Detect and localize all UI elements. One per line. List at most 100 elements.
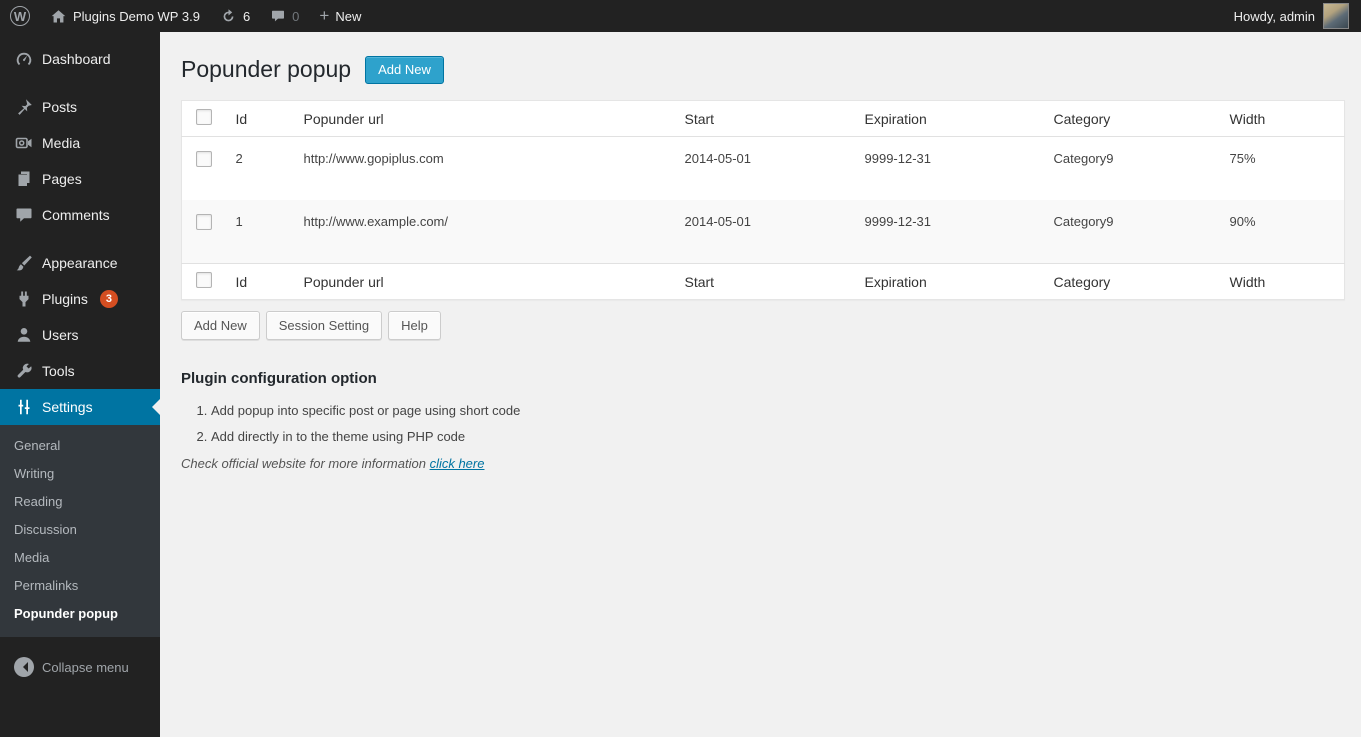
pages-icon: [14, 169, 34, 189]
table-footer-row: Id Popunder url Start Expiration Categor…: [181, 263, 1345, 300]
wordpress-icon: W: [10, 6, 30, 26]
config-item: Add directly in to the theme using PHP c…: [211, 429, 1345, 444]
settings-sliders-icon: [14, 397, 34, 417]
sidebar-item-posts[interactable]: Posts: [0, 89, 160, 125]
submenu-item-writing[interactable]: Writing: [0, 460, 160, 488]
plugin-configuration-section: Plugin configuration option Add popup in…: [181, 370, 1345, 471]
settings-submenu: General Writing Reading Discussion Media…: [0, 425, 160, 637]
help-button[interactable]: Help: [388, 311, 441, 340]
select-all-checkbox-bottom[interactable]: [196, 272, 212, 288]
main-content: Popunder popup Add New Id Popunder url S…: [160, 0, 1361, 737]
table-row: 2 http://www.gopiplus.com 2014-05-01 999…: [182, 137, 1345, 201]
cell-start: 2014-05-01: [684, 214, 752, 229]
collapse-menu-button[interactable]: Collapse menu: [0, 649, 160, 685]
sidebar-item-label: Settings: [42, 399, 93, 415]
column-footer-expiration: Expiration: [854, 263, 1044, 300]
admin-sidebar: Dashboard Posts Media Pages Comments App…: [0, 32, 160, 737]
sidebar-item-label: Tools: [42, 363, 75, 379]
column-footer-start: Start: [674, 263, 855, 300]
page-title: Popunder popup: [181, 56, 352, 82]
sidebar-item-pages[interactable]: Pages: [0, 161, 160, 197]
sidebar-item-label: Users: [42, 327, 79, 343]
column-header-width: Width: [1219, 100, 1345, 137]
site-name-label: Plugins Demo WP 3.9: [73, 8, 200, 24]
cell-id: 1: [235, 214, 243, 229]
sidebar-item-settings[interactable]: Settings: [0, 389, 160, 425]
cell-width: 75%: [1229, 151, 1256, 166]
column-header-expiration: Expiration: [854, 100, 1044, 137]
home-icon: [50, 8, 67, 25]
collapse-arrow-icon: [14, 657, 34, 677]
table-row: 1 http://www.example.com/ 2014-05-01 999…: [181, 200, 1345, 264]
column-header-start: Start: [674, 100, 855, 137]
plugins-update-badge: 3: [99, 290, 118, 308]
config-footer-text: Check official website for more informat…: [181, 456, 426, 471]
update-count: 6: [242, 8, 251, 24]
submenu-item-popunder-popup[interactable]: Popunder popup: [0, 600, 160, 628]
updates-menu[interactable]: 6: [210, 0, 260, 32]
comments-menu[interactable]: 0: [260, 0, 309, 32]
row-checkbox[interactable]: [196, 214, 212, 230]
submenu-item-discussion[interactable]: Discussion: [0, 516, 160, 544]
user-icon: [14, 325, 34, 345]
sidebar-item-label: Plugins: [42, 291, 88, 307]
sidebar-item-appearance[interactable]: Appearance: [0, 245, 160, 281]
cell-url: http://www.example.com/: [303, 214, 449, 229]
sidebar-item-label: Comments: [42, 207, 110, 223]
sidebar-item-dashboard[interactable]: Dashboard: [0, 41, 160, 77]
submenu-item-general[interactable]: General: [0, 432, 160, 460]
plus-icon: +: [319, 5, 330, 25]
row-checkbox[interactable]: [196, 151, 212, 167]
config-heading: Plugin configuration option: [181, 370, 377, 387]
update-icon: [220, 8, 237, 25]
media-icon: [14, 133, 34, 153]
site-name-menu[interactable]: Plugins Demo WP 3.9: [40, 0, 210, 32]
add-new-button-header[interactable]: Add New: [365, 55, 444, 84]
menu-separator: [0, 233, 160, 245]
sidebar-item-users[interactable]: Users: [0, 317, 160, 353]
sidebar-item-media[interactable]: Media: [0, 125, 160, 161]
new-label: New: [335, 8, 362, 24]
plugin-icon: [14, 289, 34, 309]
admin-bar: W Plugins Demo WP 3.9 6 0 + New Howdy, a…: [0, 0, 1361, 32]
comments-icon: [14, 205, 34, 225]
click-here-link[interactable]: click here: [430, 456, 485, 471]
dashboard-icon: [14, 49, 34, 69]
wrench-icon: [14, 361, 34, 381]
new-content-menu[interactable]: + New: [309, 0, 371, 32]
cell-start: 2014-05-01: [684, 151, 752, 166]
submenu-item-reading[interactable]: Reading: [0, 488, 160, 516]
sidebar-item-tools[interactable]: Tools: [0, 353, 160, 389]
sidebar-item-comments[interactable]: Comments: [0, 197, 160, 233]
column-footer-width: Width: [1219, 263, 1345, 300]
sidebar-item-label: Appearance: [42, 255, 118, 271]
active-item-arrow: [144, 399, 160, 415]
config-item: Add popup into specific post or page usi…: [211, 403, 1345, 418]
column-footer-url: Popunder url: [293, 263, 675, 300]
account-menu[interactable]: Howdy, admin: [1222, 0, 1361, 32]
column-header-category: Category: [1043, 100, 1220, 137]
wp-logo-menu[interactable]: W: [0, 0, 40, 32]
column-footer-category: Category: [1043, 263, 1220, 300]
sidebar-item-label: Dashboard: [42, 51, 111, 67]
howdy-label: Howdy, admin: [1233, 8, 1315, 24]
table-header-row: Id Popunder url Start Expiration Categor…: [181, 100, 1345, 137]
submenu-item-permalinks[interactable]: Permalinks: [0, 572, 160, 600]
add-new-button[interactable]: Add New: [181, 311, 260, 340]
avatar: [1323, 3, 1349, 29]
sidebar-item-label: Posts: [42, 99, 78, 115]
sidebar-item-plugins[interactable]: Plugins 3: [0, 281, 160, 317]
submenu-item-media[interactable]: Media: [0, 544, 160, 572]
menu-separator: [0, 77, 160, 89]
cell-category: Category9: [1053, 214, 1114, 229]
column-header-id: Id: [225, 100, 294, 137]
sidebar-item-label: Media: [42, 135, 81, 151]
popunder-table: Id Popunder url Start Expiration Categor…: [181, 100, 1345, 300]
select-all-checkbox-top[interactable]: [196, 109, 212, 125]
cell-id: 2: [235, 151, 243, 166]
cell-category: Category9: [1053, 151, 1114, 166]
comment-count: 0: [292, 8, 300, 24]
pushpin-icon: [14, 97, 34, 117]
session-setting-button[interactable]: Session Setting: [265, 311, 383, 340]
appearance-brush-icon: [14, 253, 34, 273]
